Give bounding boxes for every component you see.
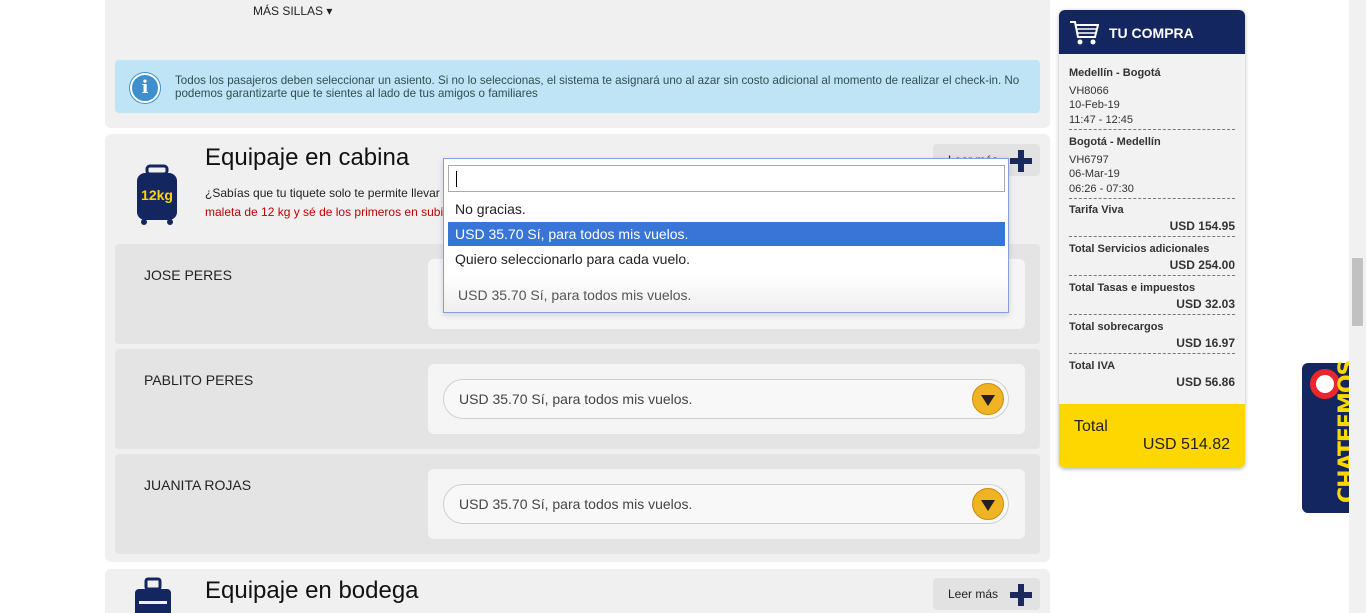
dropdown-option-highlighted[interactable]: USD 35.70 Sí, para todos mis vuelos. xyxy=(448,222,1005,246)
page-scrollbar[interactable] xyxy=(1349,0,1366,613)
dropdown-option[interactable]: No gracias. xyxy=(448,197,1005,221)
summary-amount: USD 154.95 xyxy=(1169,219,1235,233)
bodega-read-more-button[interactable]: Leer más xyxy=(933,578,1040,610)
chat-button[interactable]: CHATEEMOS xyxy=(1302,361,1360,513)
dropdown-search-input[interactable] xyxy=(448,165,1005,192)
dropdown-current-value-text: USD 35.70 Sí, para todos mis vuelos. xyxy=(458,287,692,303)
baggage-select[interactable]: USD 35.70 Sí, para todos mis vuelos. xyxy=(443,379,1009,419)
baggage-select[interactable]: USD 35.70 Sí, para todos mis vuelos. xyxy=(443,484,1009,524)
flight-time: 06:26 - 07:30 xyxy=(1069,182,1134,195)
summary-label: Total Tasas e impuestos xyxy=(1069,282,1196,294)
passenger-select-container: USD 35.70 Sí, para todos mis vuelos. xyxy=(428,364,1025,434)
info-icon: i xyxy=(130,73,160,103)
summary-row: Total IVA USD 56.86 xyxy=(1069,360,1235,393)
seat-info-notice: i Todos los pasajeros deben seleccionar … xyxy=(115,60,1040,113)
flight-route: Medellín - Bogotá xyxy=(1069,67,1161,79)
text-caret xyxy=(456,171,457,187)
summary-amount: USD 32.03 xyxy=(1176,297,1235,311)
summary-row: Tarifa Viva USD 154.95 xyxy=(1069,204,1235,237)
summary-label: Total IVA xyxy=(1069,360,1116,372)
purchase-summary-body: Medellín - Bogotá VH8066 10-Feb-19 11:47… xyxy=(1069,66,1235,399)
plus-icon xyxy=(1010,584,1032,606)
summary-label: Total Servicios adicionales xyxy=(1069,243,1210,255)
summary-amount: USD 254.00 xyxy=(1169,258,1235,272)
cabin-desc-line2: maleta de 12 kg y sé de los primeros en … xyxy=(205,205,444,219)
baggage-select-value: USD 35.70 Sí, para todos mis vuelos. xyxy=(459,496,693,512)
summary-amount: USD 56.86 xyxy=(1176,375,1235,389)
more-seats-toggle[interactable]: MÁS SILLAS ▾ xyxy=(253,4,332,18)
dropdown-current-value[interactable]: USD 35.70 Sí, para todos mis vuelos. xyxy=(444,276,1008,312)
summary-label: Tarifa Viva xyxy=(1069,204,1124,216)
cabin-description: ¿Sabías que tu tiquete solo te permite l… xyxy=(205,184,445,224)
seats-panel: MÁS SILLAS ▾ i Todos los pasajeros deben… xyxy=(105,0,1050,128)
passenger-card-2: PABLITO PERES USD 35.70 Sí, para todos m… xyxy=(115,349,1040,449)
summary-row: Total Tasas e impuestos USD 32.03 xyxy=(1069,282,1235,315)
purchase-summary: TU COMPRA Medellín - Bogotá VH8066 10-Fe… xyxy=(1059,10,1245,468)
summary-amount: USD 16.97 xyxy=(1176,336,1235,350)
suitcase-icon xyxy=(135,577,171,613)
purchase-summary-title: TU COMPRA xyxy=(1109,25,1194,41)
cabin-bag-icon: 12kg xyxy=(137,164,177,225)
chevron-down-icon[interactable] xyxy=(972,488,1004,520)
checked-baggage-section: Equipaje en bodega Leer más xyxy=(105,569,1050,613)
passenger-select-container: USD 35.70 Sí, para todos mis vuelos. xyxy=(428,469,1025,539)
cabin-section-title: Equipaje en cabina xyxy=(205,144,410,171)
passenger-name: JUANITA ROJAS xyxy=(144,477,252,493)
cabin-desc-line1: ¿Sabías que tu tiquete solo te permite l… xyxy=(205,186,440,200)
summary-label: Total sobrecargos xyxy=(1069,321,1164,333)
flight-item: Medellín - Bogotá VH8066 10-Feb-19 11:47… xyxy=(1069,66,1235,130)
total-label: Total xyxy=(1074,418,1108,435)
passenger-name: JOSE PERES xyxy=(144,267,232,283)
bodega-section-title: Equipaje en bodega xyxy=(205,577,419,604)
plus-icon xyxy=(1010,150,1032,172)
flight-date: 10-Feb-19 xyxy=(1069,99,1120,111)
read-more-label: Leer más xyxy=(948,587,999,601)
passenger-card-3: JUANITA ROJAS USD 35.70 Sí, para todos m… xyxy=(115,454,1040,554)
purchase-total: Total USD 514.82 xyxy=(1059,404,1245,468)
flight-code: VH8066 xyxy=(1069,84,1109,97)
flight-code: VH6797 xyxy=(1069,153,1109,166)
baggage-select-value: USD 35.70 Sí, para todos mis vuelos. xyxy=(459,391,693,407)
shopping-cart-icon xyxy=(1070,21,1099,45)
purchase-summary-header: TU COMPRA xyxy=(1059,10,1245,54)
bag-weight-label: 12kg xyxy=(141,187,173,203)
passenger-name: PABLITO PERES xyxy=(144,372,254,388)
flight-item: Bogotá - Medellín VH6797 06-Mar-19 06:26… xyxy=(1069,135,1235,199)
chevron-down-icon[interactable] xyxy=(972,383,1004,415)
summary-row: Total Servicios adicionales USD 254.00 xyxy=(1069,243,1235,276)
flight-date: 06-Mar-19 xyxy=(1069,168,1120,180)
scrollbar-thumb[interactable] xyxy=(1352,258,1363,326)
flight-route: Bogotá - Medellín xyxy=(1069,136,1161,148)
seat-info-text: Todos los pasajeros deben seleccionar un… xyxy=(175,74,1020,100)
flight-time: 11:47 - 12:45 xyxy=(1069,113,1134,126)
total-amount: USD 514.82 xyxy=(1142,436,1230,453)
summary-row: Total sobrecargos USD 16.97 xyxy=(1069,321,1235,354)
dropdown-option[interactable]: Quiero seleccionarlo para cada vuelo. xyxy=(448,247,1005,271)
baggage-dropdown-open[interactable]: No gracias. USD 35.70 Sí, para todos mis… xyxy=(443,158,1009,313)
